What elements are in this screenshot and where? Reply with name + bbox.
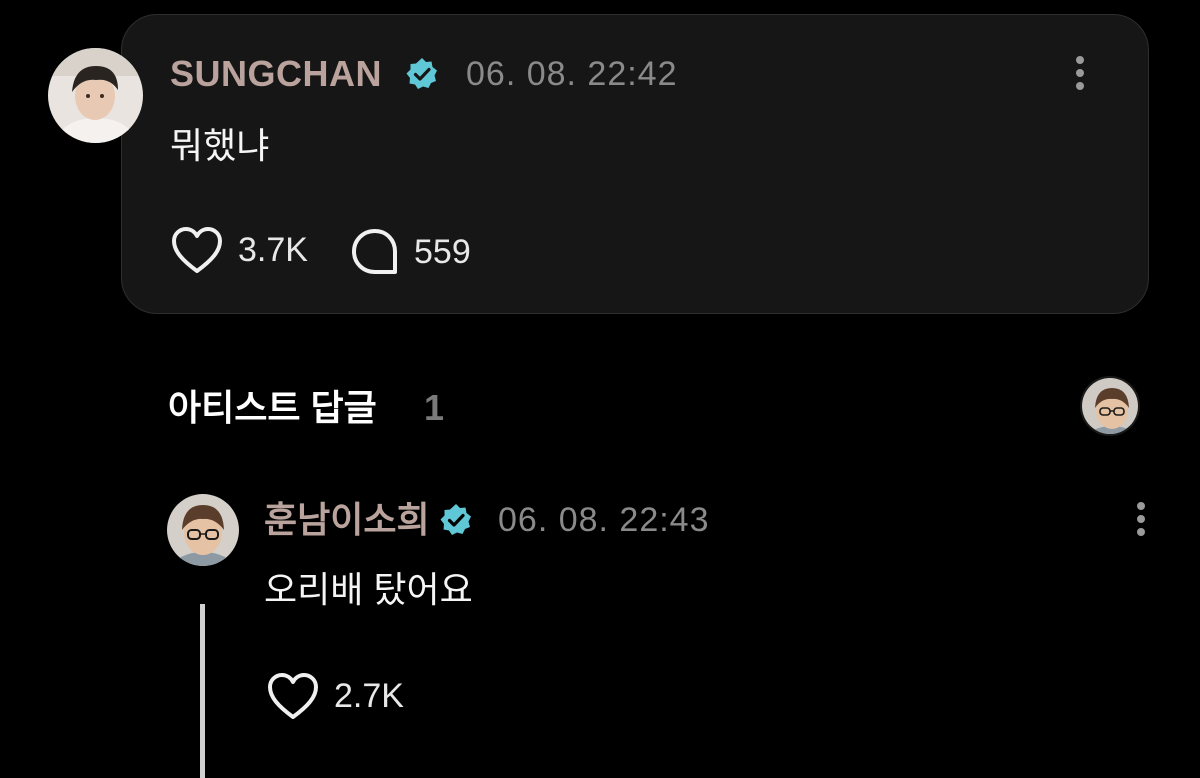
- reply-text: 오리배 탔어요: [264, 569, 473, 610]
- verified-badge-icon: [438, 502, 474, 538]
- comment-count: 559: [414, 233, 471, 271]
- more-vertical-icon[interactable]: [1131, 498, 1151, 542]
- reply-author-avatar[interactable]: [167, 494, 239, 566]
- artist-avatar[interactable]: [1080, 376, 1140, 436]
- heart-icon: [268, 673, 318, 719]
- artist-replies-count: 1: [424, 387, 445, 428]
- reply-like-count: 2.7K: [334, 677, 404, 715]
- reply-author-name[interactable]: 훈남이소희: [264, 500, 430, 540]
- post-text: 뭐했냐: [170, 125, 270, 166]
- comment-button[interactable]: 559: [350, 227, 471, 277]
- heart-icon: [172, 227, 222, 273]
- verified-badge-icon: [404, 56, 440, 92]
- post-author-avatar[interactable]: [48, 48, 143, 143]
- like-count: 3.7K: [238, 231, 308, 269]
- comment-bubble-icon: [352, 229, 397, 274]
- post-timestamp: 06. 08. 22:42: [466, 55, 678, 93]
- thread-line: [200, 604, 205, 778]
- more-vertical-icon[interactable]: [1070, 52, 1090, 96]
- artist-replies-label: 아티스트 답글: [168, 387, 377, 428]
- post-author-name[interactable]: SUNGCHAN: [170, 54, 382, 94]
- reply-timestamp: 06. 08. 22:43: [498, 501, 710, 539]
- like-button[interactable]: 3.7K: [170, 225, 308, 275]
- reply-like-button[interactable]: 2.7K: [266, 671, 404, 721]
